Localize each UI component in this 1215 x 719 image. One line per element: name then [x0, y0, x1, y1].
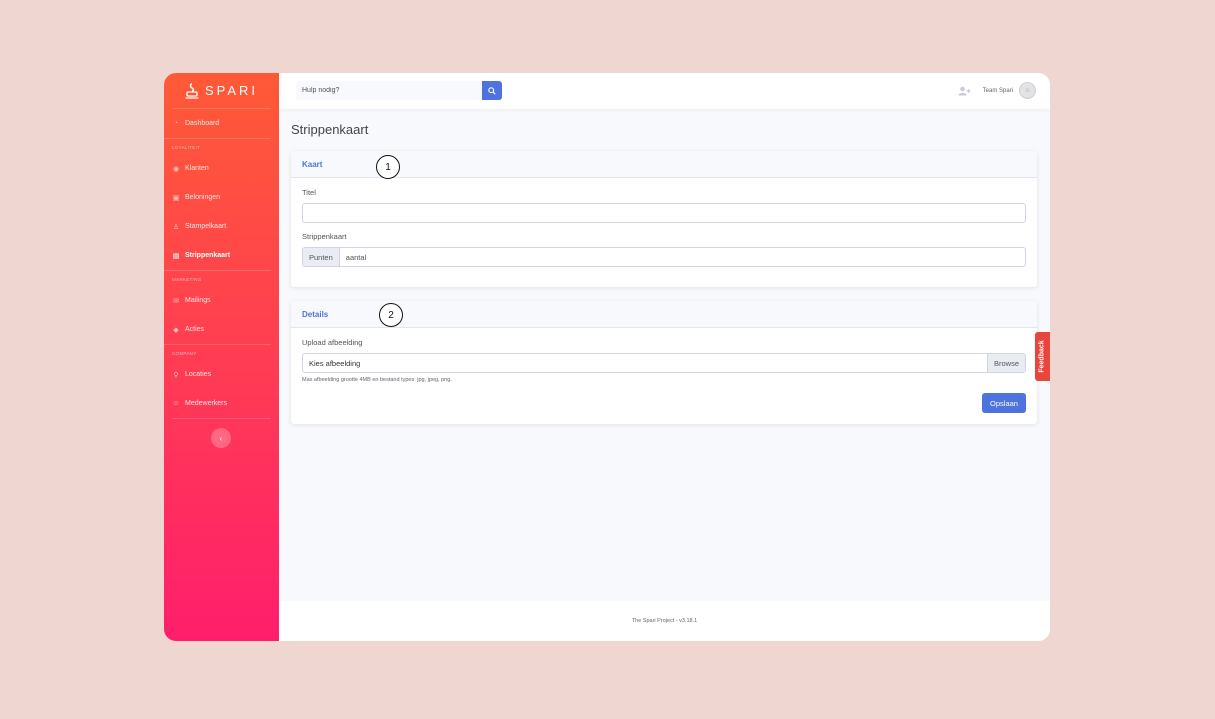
- sidebar-item-label: Locaties: [185, 371, 212, 378]
- sidebar-item-locaties[interactable]: ⚲ Locaties: [164, 360, 279, 389]
- punten-addon: Punten: [303, 248, 340, 266]
- sidebar-item-label: Strippenkaart: [185, 252, 231, 259]
- brand-logo[interactable]: SPARI: [172, 73, 271, 109]
- titel-field[interactable]: [302, 203, 1026, 223]
- sidebar-item-strippenkaart[interactable]: ▤ Strippenkaart: [164, 241, 279, 270]
- sidebar-item-label: Dashboard: [185, 120, 220, 127]
- users-icon: ☺: [172, 400, 180, 407]
- kaart-card: Kaart Titel Strippenkaart Punten aantal: [291, 151, 1037, 287]
- sidebar-item-label: Acties: [185, 326, 205, 333]
- search-icon: [488, 86, 496, 95]
- dashboard-icon: ◔: [173, 120, 179, 127]
- topbar: Team Spari ⌂: [279, 73, 1050, 109]
- tag-icon: ◆: [173, 326, 179, 334]
- upload-label: Upload afbeelding: [302, 338, 363, 347]
- gift-icon: ▣: [172, 194, 180, 202]
- sidebar-item-label: Medewerkers: [185, 400, 228, 407]
- step-marker-1: 1: [376, 155, 400, 179]
- sidebar-item-dashboard[interactable]: ◔ Dashboard: [164, 109, 279, 138]
- app-window: SPARI ◔ Dashboard LOYALITEIT ◉ Klanten ▣…: [164, 73, 1050, 641]
- upload-hint: Max afbeelding grootte 4MB en bestand ty…: [302, 377, 452, 383]
- sidebar-item-label: Mailings: [185, 297, 211, 304]
- sidebar: SPARI ◔ Dashboard LOYALITEIT ◉ Klanten ▣…: [164, 73, 279, 641]
- file-choose-text: Kies afbeelding: [309, 358, 361, 368]
- eye-icon: ◉: [172, 165, 180, 173]
- user-name[interactable]: Team Spari: [983, 88, 1013, 94]
- stamp-icon: ♙: [172, 223, 180, 231]
- mail-icon: ✉: [173, 297, 179, 305]
- punten-input-group: Punten aantal: [302, 247, 1026, 267]
- details-card-body: Upload afbeelding Kies afbeelding Browse…: [291, 328, 1037, 383]
- sidebar-item-klanten[interactable]: ◉ Klanten: [164, 154, 279, 183]
- sidebar-item-medewerkers[interactable]: ☺ Medewerkers: [164, 389, 279, 418]
- user-avatar-icon: ⌂: [1025, 87, 1030, 94]
- avatar[interactable]: ⌂: [1019, 82, 1036, 99]
- step-marker-2: 2: [379, 303, 403, 327]
- titel-label: Titel: [302, 188, 316, 197]
- page-title: Strippenkaart: [291, 122, 369, 137]
- sidebar-toggle-button[interactable]: ‹: [211, 428, 231, 448]
- location-icon: ⚲: [173, 371, 179, 379]
- search-bar: [296, 81, 502, 100]
- footer: The Spari Project - v3.18.1: [279, 601, 1050, 641]
- details-card: Details Upload afbeelding Kies afbeeldin…: [291, 301, 1037, 424]
- feedback-tab[interactable]: Feedback: [1035, 332, 1050, 381]
- topbar-user-area: Team Spari ⌂: [958, 82, 1036, 99]
- sidebar-heading-loyaliteit: LOYALITEIT: [164, 138, 271, 154]
- sidebar-item-beloningen[interactable]: ▣ Beloningen: [164, 183, 279, 212]
- sidebar-item-acties[interactable]: ◆ Acties: [164, 315, 279, 344]
- kaart-card-body: Titel Strippenkaart Punten aantal: [291, 178, 1037, 267]
- sidebar-item-label: Klanten: [185, 165, 209, 172]
- sidebar-item-label: Beloningen: [185, 194, 221, 201]
- save-button[interactable]: Opslaan: [982, 393, 1026, 413]
- sidebar-item-mailings[interactable]: ✉ Mailings: [164, 286, 279, 315]
- footer-version: The Spari Project - v3.18.1: [631, 618, 698, 624]
- file-upload-field[interactable]: Kies afbeelding Browse: [302, 353, 1026, 373]
- feedback-label: Feedback: [1039, 340, 1047, 373]
- sidebar-divider: [172, 418, 271, 419]
- sidebar-heading-company: COMPANY: [164, 344, 271, 360]
- brand-name: SPARI: [204, 83, 259, 98]
- chevron-left-icon: ‹: [219, 433, 223, 443]
- sidebar-item-label: Stampelkaart: [185, 223, 227, 230]
- search-input[interactable]: [296, 81, 482, 100]
- sidebar-heading-marketing: MARKETING: [164, 270, 271, 286]
- spari-logo-icon: [185, 82, 199, 99]
- browse-button[interactable]: Browse: [986, 354, 1025, 372]
- kaart-card-header: Kaart: [291, 151, 1037, 178]
- search-button[interactable]: [482, 81, 502, 100]
- add-user-icon[interactable]: [958, 86, 971, 96]
- clipboard-icon: ▤: [172, 252, 180, 260]
- strippenkaart-label: Strippenkaart: [302, 232, 347, 241]
- sidebar-item-stampelkaart[interactable]: ♙ Stampelkaart: [164, 212, 279, 241]
- aantal-field[interactable]: aantal: [340, 248, 1025, 266]
